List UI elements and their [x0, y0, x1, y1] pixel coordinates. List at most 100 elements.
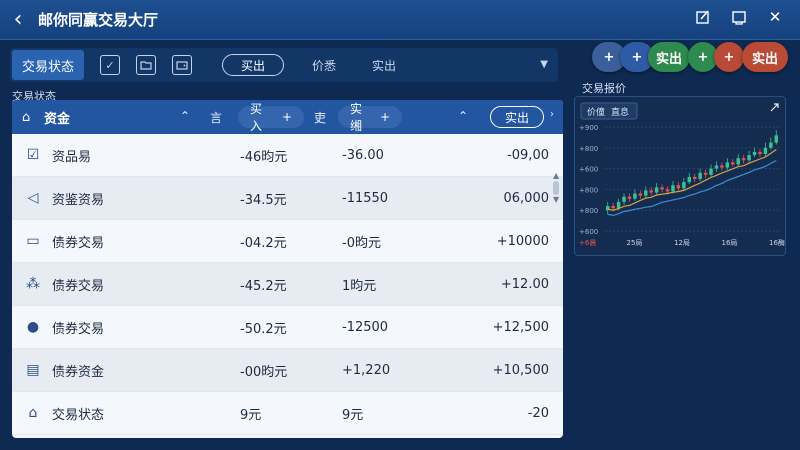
- toolbar: 交易状态 ✓ 买出 价悉 实出 ▼: [10, 48, 558, 82]
- wallet-icon[interactable]: [172, 55, 193, 75]
- checkbox-icon[interactable]: ✓: [100, 55, 121, 75]
- candle-body: [774, 135, 779, 143]
- x-tick-label: 16酶: [769, 238, 785, 247]
- floating-action-buttons: + + 实出 + + 实出: [592, 42, 792, 72]
- table-row[interactable]: ▤ 债券资金 -00昀元 +1,220 +10,500: [12, 349, 563, 392]
- chart-tab-info[interactable]: 直息: [611, 106, 629, 118]
- plus-button-red[interactable]: +: [714, 42, 744, 72]
- candle-body: [747, 155, 751, 161]
- chevron-up-icon[interactable]: ⌃: [458, 109, 468, 123]
- dropdown-caret-icon[interactable]: ▼: [540, 59, 548, 70]
- plus-icon: +: [631, 49, 643, 65]
- quote-chart-card: 价僮 直息 +900 +800 +600 +800 +800 +600 +6晨 25局 12局…: [574, 96, 786, 256]
- sell-out-button[interactable]: 实出: [490, 106, 544, 128]
- buy-in-button[interactable]: 买入 +: [238, 102, 304, 133]
- x-tick-label: 25局: [627, 239, 643, 247]
- candle-body: [611, 206, 615, 209]
- chevron-up-icon[interactable]: ⌃: [180, 109, 190, 123]
- back-arrow-icon[interactable]: ‹: [4, 6, 32, 34]
- table-row[interactable]: ● 债券交易 -50.2元 -12500 +12,500: [12, 306, 563, 349]
- moving-average-line-2: [607, 159, 777, 217]
- x-tick-label: 16局: [722, 239, 738, 247]
- funds-table: ⌂ 资金 ⌃ 言 买入 + 吏 实缃 + ⌃ 实出 › ☑ 资品易 -46昀元 …: [12, 100, 563, 438]
- candle-body: [731, 162, 735, 165]
- candle-body: [622, 196, 626, 202]
- chart-tab-price[interactable]: 价僮: [587, 106, 605, 118]
- edit-window-icon[interactable]: [692, 6, 714, 28]
- tab-trade-status[interactable]: 交易状态: [12, 50, 85, 80]
- folder-icon[interactable]: [136, 55, 157, 75]
- y-tick-label: +600: [579, 228, 598, 236]
- cell-value-3: -09,00: [507, 147, 549, 163]
- speaker-icon: ◁: [27, 190, 39, 206]
- cell-value-1: -34.5元: [240, 192, 287, 208]
- candle-body: [725, 162, 730, 168]
- cell-value-3: +12.00: [500, 276, 549, 292]
- cell-value-1: -45.2元: [240, 278, 287, 294]
- candle-body: [665, 189, 670, 192]
- table-row[interactable]: ⌂ 交易状态 9元 9元 -20: [12, 392, 563, 435]
- close-icon[interactable]: ✕: [764, 6, 786, 28]
- candle-body: [714, 165, 719, 169]
- candle-body: [752, 151, 757, 156]
- buy-in-label: 买入: [250, 102, 263, 133]
- table-row[interactable]: ◁ 资鉴资易 -34.5元 -11550 06,000: [12, 177, 563, 220]
- restore-window-icon[interactable]: [728, 6, 750, 28]
- candle-body: [682, 182, 686, 189]
- row-name: 债券交易: [52, 235, 105, 251]
- scroll-up-icon[interactable]: ▲: [553, 172, 561, 180]
- row-name: 资鉴资易: [52, 192, 105, 208]
- home-icon: ⌂: [22, 109, 31, 125]
- cell-value-1: -50.2元: [240, 321, 287, 337]
- scroll-thumb[interactable]: [553, 181, 559, 195]
- chevron-right-icon[interactable]: ›: [550, 109, 554, 120]
- candle-body: [660, 187, 664, 190]
- row-name: 交易状态: [52, 407, 105, 423]
- candle-body: [703, 172, 708, 175]
- row-name: 债券资金: [52, 364, 105, 380]
- y-tick-label: +600: [579, 166, 598, 174]
- candle-body: [633, 193, 637, 199]
- candle-body: [644, 190, 648, 196]
- table-row[interactable]: ☑ 资品易 -46昀元 -36.00 -09,00: [12, 134, 563, 177]
- plus-icon: +: [603, 49, 615, 65]
- tab-price[interactable]: 价悉: [312, 57, 336, 74]
- plus-icon: +: [281, 110, 292, 124]
- cell-value-3: +10,500: [492, 362, 549, 378]
- sell-button-green[interactable]: 实出: [648, 42, 690, 72]
- cell-value-1: -46昀元: [240, 149, 288, 165]
- candle-body: [769, 142, 773, 148]
- table-row[interactable]: ▭ 债券交易 -04.2元 -0昀元 +10000: [12, 220, 563, 263]
- table-header: ⌂ 资金 ⌃ 言 买入 + 吏 实缃 + ⌃ 实出 ›: [12, 100, 563, 134]
- cell-value-3: +10000: [496, 233, 549, 249]
- cell-value-2: -0昀元: [342, 235, 381, 251]
- quote-section-label: 交易报价: [582, 82, 626, 95]
- cell-value-2: -36.00: [342, 147, 384, 163]
- sell-dropdown-label: 实缃: [350, 102, 363, 133]
- candle-body: [741, 158, 746, 161]
- candle-body: [698, 172, 702, 179]
- row-name: 债券交易: [52, 278, 105, 294]
- video-icon: ▭: [26, 233, 40, 249]
- x-tick-label: 12局: [674, 239, 690, 247]
- cell-value-3: 06,000: [503, 190, 550, 206]
- plus-icon: +: [697, 49, 709, 65]
- sell-pill-button[interactable]: 买出: [222, 54, 285, 76]
- cell-value-2: +1,220: [342, 362, 391, 378]
- cell-value-2: -12500: [342, 319, 389, 335]
- candle-body: [676, 185, 681, 189]
- scroll-down-icon[interactable]: ▼: [553, 196, 561, 204]
- candlestick-chart: 价僮 直息 +900 +800 +600 +800 +800 +600 +6晨 25局 12局…: [579, 102, 785, 247]
- sell-dropdown-button[interactable]: 实缃 +: [338, 102, 402, 133]
- cell-value-3: -20: [527, 405, 549, 421]
- x-tick-label: +6晨: [579, 239, 596, 247]
- scrollbar[interactable]: ▲ ▼: [553, 172, 561, 206]
- candle-body: [671, 185, 675, 192]
- candle-body: [709, 168, 713, 175]
- tab-sell[interactable]: 实出: [372, 57, 396, 74]
- header-text-2: 吏: [314, 111, 327, 125]
- expand-icon[interactable]: [770, 103, 779, 112]
- sell-button-red[interactable]: 实出: [742, 42, 788, 72]
- table-body: ☑ 资品易 -46昀元 -36.00 -09,00 ◁ 资鉴资易 -34.5元 …: [12, 134, 563, 435]
- table-row[interactable]: ⁂ 债券交易 -45.2元 1昀元 +12.00: [12, 263, 563, 306]
